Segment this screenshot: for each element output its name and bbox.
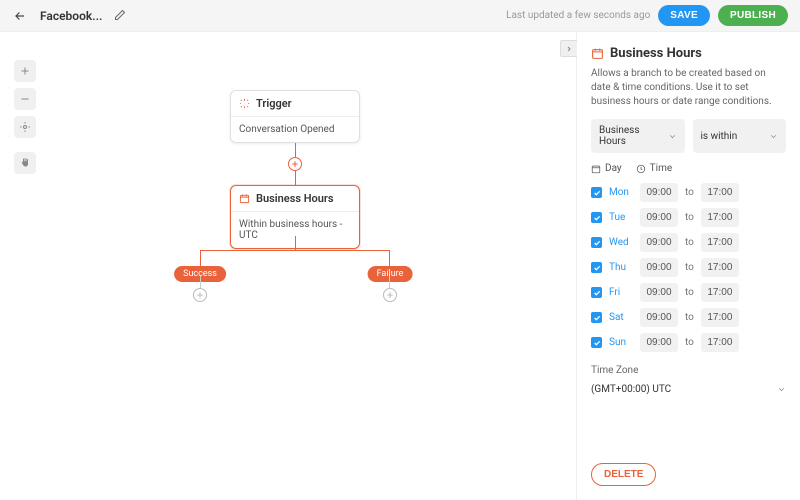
calendar-icon xyxy=(591,47,604,60)
from-time-input[interactable] xyxy=(640,308,678,327)
pan-button[interactable] xyxy=(14,152,36,174)
last-updated-text: Last updated a few seconds ago xyxy=(506,10,650,21)
from-time-input[interactable] xyxy=(640,208,678,227)
app-header: Facebook... Last updated a few seconds a… xyxy=(0,0,800,32)
from-time-input[interactable] xyxy=(640,283,678,302)
day-label: Sun xyxy=(609,337,633,348)
fit-button[interactable] xyxy=(14,116,36,138)
from-time-input[interactable] xyxy=(640,183,678,202)
collapse-sidebar-button[interactable] xyxy=(560,40,577,57)
day-row: Sun to xyxy=(591,330,786,355)
from-time-input[interactable] xyxy=(640,233,678,252)
node-connector: + xyxy=(230,143,360,185)
to-time-input[interactable] xyxy=(701,333,739,352)
day-label: Mon xyxy=(609,187,633,198)
workflow-title: Facebook... xyxy=(40,9,102,23)
chevron-down-icon xyxy=(777,385,786,394)
trigger-node[interactable]: Trigger Conversation Opened xyxy=(230,90,360,143)
trigger-icon xyxy=(239,98,250,109)
clock-icon xyxy=(636,164,646,174)
day-row: Fri to xyxy=(591,280,786,305)
day-label: Tue xyxy=(609,212,633,223)
business-hours-title: Business Hours xyxy=(256,192,334,205)
day-row: Sat to xyxy=(591,305,786,330)
day-row: Tue to xyxy=(591,205,786,230)
chevron-down-icon xyxy=(668,132,677,141)
day-row: Wed to xyxy=(591,230,786,255)
trigger-body: Conversation Opened xyxy=(231,116,359,142)
condition-type-select[interactable]: Business Hours xyxy=(591,119,685,153)
edit-title-button[interactable] xyxy=(114,9,128,23)
add-failure-step[interactable]: + xyxy=(383,288,397,302)
day-checkbox[interactable] xyxy=(591,212,602,223)
branch-connector: Success Failure + + xyxy=(172,236,418,316)
to-label: to xyxy=(685,337,694,348)
sidebar-description: Allows a branch to be created based on d… xyxy=(591,67,786,109)
day-row: Thu to xyxy=(591,255,786,280)
sidebar-title: Business Hours xyxy=(610,46,702,61)
trigger-title: Trigger xyxy=(256,97,292,110)
chevron-down-icon xyxy=(769,132,778,141)
to-label: to xyxy=(685,212,694,223)
to-label: to xyxy=(685,312,694,323)
day-checkbox[interactable] xyxy=(591,312,602,323)
publish-button[interactable]: PUBLISH xyxy=(718,5,788,26)
to-label: to xyxy=(685,237,694,248)
canvas-tools xyxy=(14,60,36,174)
save-button[interactable]: SAVE xyxy=(658,5,710,26)
day-rows: Mon to Tue to Wed to Thu to Fri to Sat to Sun to xyxy=(591,180,786,355)
to-time-input[interactable] xyxy=(701,208,739,227)
zoom-out-button[interactable] xyxy=(14,88,36,110)
day-mode-toggle[interactable]: Day xyxy=(591,163,622,174)
add-step-button[interactable]: + xyxy=(288,157,302,171)
day-label: Fri xyxy=(609,287,633,298)
workflow-canvas[interactable]: Trigger Conversation Opened + Business H… xyxy=(0,32,576,500)
day-label: Wed xyxy=(609,237,633,248)
condition-operator-select[interactable]: is within xyxy=(693,119,787,153)
time-mode-toggle[interactable]: Time xyxy=(636,163,672,174)
from-time-input[interactable] xyxy=(640,333,678,352)
delete-button[interactable]: DELETE xyxy=(591,463,656,486)
day-checkbox[interactable] xyxy=(591,187,602,198)
timezone-label: Time Zone xyxy=(591,365,786,376)
day-checkbox[interactable] xyxy=(591,337,602,348)
to-time-input[interactable] xyxy=(701,183,739,202)
to-time-input[interactable] xyxy=(701,308,739,327)
day-checkbox[interactable] xyxy=(591,262,602,273)
to-time-input[interactable] xyxy=(701,283,739,302)
calendar-icon xyxy=(239,193,250,204)
day-row: Mon to xyxy=(591,180,786,205)
day-checkbox[interactable] xyxy=(591,237,602,248)
from-time-input[interactable] xyxy=(640,258,678,277)
properties-sidebar: Business Hours Allows a branch to be cre… xyxy=(576,32,800,500)
back-button[interactable] xyxy=(12,8,28,24)
day-label: Thu xyxy=(609,262,633,273)
zoom-in-button[interactable] xyxy=(14,60,36,82)
add-success-step[interactable]: + xyxy=(193,288,207,302)
to-time-input[interactable] xyxy=(701,233,739,252)
timezone-select[interactable]: (GMT+00:00) UTC xyxy=(591,380,786,399)
to-label: to xyxy=(685,287,694,298)
to-time-input[interactable] xyxy=(701,258,739,277)
to-label: to xyxy=(685,187,694,198)
calendar-small-icon xyxy=(591,164,601,174)
day-label: Sat xyxy=(609,312,633,323)
to-label: to xyxy=(685,262,694,273)
day-checkbox[interactable] xyxy=(591,287,602,298)
